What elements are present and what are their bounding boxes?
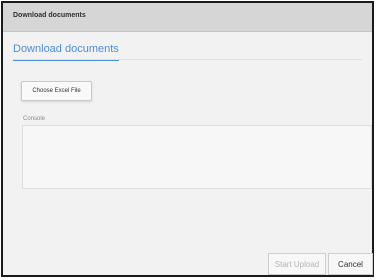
start-upload-button[interactable]: Start Upload — [268, 253, 326, 275]
tabs-divider — [13, 59, 362, 60]
download-dialog: Download documents Download documents Ch… — [1, 1, 374, 277]
cancel-button[interactable]: Cancel — [328, 253, 373, 275]
choose-excel-file-button[interactable]: Choose Excel File — [21, 81, 92, 101]
dialog-title: Download documents — [13, 12, 86, 19]
console-output[interactable] — [22, 125, 372, 189]
console-label: Console — [23, 116, 46, 122]
dialog-titlebar[interactable]: Download documents — [3, 3, 372, 32]
